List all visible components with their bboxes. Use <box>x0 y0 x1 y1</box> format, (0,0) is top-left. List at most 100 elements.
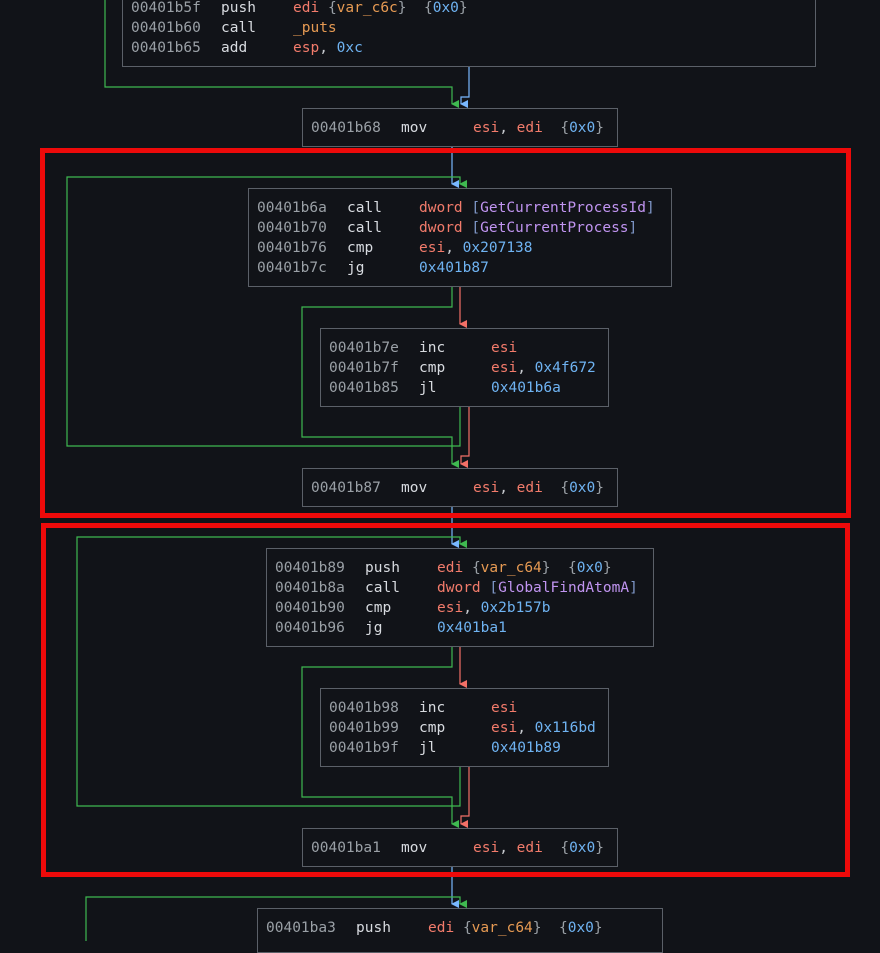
operand-token: esi <box>473 480 500 496</box>
operand-token: , <box>463 600 481 616</box>
instruction-line[interactable]: 00401b89 push edi {var_c64} {0x0} <box>275 558 645 578</box>
operand-token[interactable]: 0x116bd <box>535 720 596 736</box>
instruction-line[interactable]: 00401ba1 mov esi, edi {0x0} <box>311 838 609 858</box>
basic-block-00401b89[interactable]: 00401b89 push edi {var_c64} {0x0} 00401b8a c… <box>266 548 654 647</box>
operand-token[interactable]: var_c64 <box>481 560 542 576</box>
instruction-mnemonic: add <box>221 40 248 56</box>
instruction-mnemonic: mov <box>401 120 428 136</box>
instruction-line[interactable]: 00401b6a call dword [GetCurrentProcessId] <box>257 198 663 218</box>
operand-token: , <box>499 840 517 856</box>
instruction-operands: esp, 0xc <box>293 38 363 58</box>
instruction-line[interactable]: 00401b65 add esp, 0xc <box>131 38 807 58</box>
operand-token[interactable]: var_c64 <box>472 920 533 936</box>
operand-token[interactable]: GlobalFindAtomA <box>498 580 629 596</box>
operand-token[interactable]: 0x401b6a <box>491 380 561 396</box>
instruction-address: 00401b8a <box>275 580 345 596</box>
operand-token: } <box>595 480 605 496</box>
instruction-address: 00401b7c <box>257 260 327 276</box>
operand-token: , <box>517 360 535 376</box>
instruction-mnemonic: jg <box>365 620 383 636</box>
operand-token[interactable]: 0x0 <box>569 120 595 136</box>
operand-token[interactable]: 0x0 <box>568 920 594 936</box>
operand-token[interactable]: _puts <box>293 20 337 36</box>
operand-token[interactable]: 0x401b89 <box>491 740 561 756</box>
operand-token[interactable]: 0x207138 <box>463 240 533 256</box>
instruction-mnemonic: cmp <box>419 360 446 376</box>
operand-token <box>542 920 559 936</box>
instruction-mnemonic: call <box>347 220 382 236</box>
instruction-line[interactable]: 00401b7f cmp esi, 0x4f672 <box>329 358 600 378</box>
instruction-mnemonic: inc <box>419 700 446 716</box>
operand-token: [ <box>489 580 499 596</box>
basic-block-00401b98[interactable]: 00401b98 inc esi 00401b99 cmp esi, 0x116bd 004… <box>320 688 609 767</box>
operand-token: } <box>397 0 407 16</box>
instruction-operands: 0x401b87 <box>419 258 489 278</box>
instruction-operands: esi, edi {0x0} <box>473 838 604 858</box>
operand-token: esi <box>491 360 518 376</box>
operand-token[interactable]: 0x4f672 <box>535 360 596 376</box>
operand-token[interactable]: GetCurrentProcess <box>480 220 628 236</box>
basic-block-00401b87[interactable]: 00401b87 mov esi, edi {0x0} <box>302 468 618 507</box>
instruction-line[interactable]: 00401b87 mov esi, edi {0x0} <box>311 478 609 498</box>
operand-token[interactable]: 0x0 <box>577 560 603 576</box>
instruction-line[interactable]: 00401b85 jl 0x401b6a <box>329 378 600 398</box>
instruction-line[interactable]: 00401b68 mov esi, edi {0x0} <box>311 118 609 138</box>
operand-token[interactable]: var_c6c <box>337 0 398 16</box>
basic-block-00401b5f[interactable]: 00401b5f push edi {var_c6c} {0x0} 00401b60 c… <box>122 0 816 67</box>
operand-token[interactable]: GetCurrentProcessId <box>480 200 646 216</box>
operand-token[interactable]: 0x0 <box>569 480 595 496</box>
edge-false <box>460 767 470 828</box>
instruction-mnemonic: push <box>365 560 400 576</box>
instruction-line[interactable]: 00401b7c jg 0x401b87 <box>257 258 663 278</box>
instruction-line[interactable]: 00401b90 cmp esi, 0x2b157b <box>275 598 645 618</box>
operand-token[interactable]: 0x0 <box>433 0 459 16</box>
instruction-line[interactable]: 00401b99 cmp esi, 0x116bd <box>329 718 600 738</box>
operand-token: dword <box>419 220 463 236</box>
instruction-address: 00401b5f <box>131 0 201 16</box>
operand-token[interactable]: 0x2b157b <box>481 600 551 616</box>
instruction-mnemonic: cmp <box>419 720 446 736</box>
operand-token: esi <box>419 240 446 256</box>
operand-token: ] <box>646 200 655 216</box>
instruction-mnemonic: cmp <box>347 240 374 256</box>
instruction-line[interactable]: 00401ba3 push edi {var_c64} {0x0} <box>266 918 654 938</box>
operand-token: dword <box>437 580 481 596</box>
operand-token: esi <box>491 720 518 736</box>
basic-block-00401ba1[interactable]: 00401ba1 mov esi, edi {0x0} <box>302 828 618 867</box>
edge-unconditional <box>460 67 470 108</box>
instruction-operands: esi, 0x4f672 <box>491 358 596 378</box>
instruction-address: 00401b68 <box>311 120 381 136</box>
instruction-address: 00401ba3 <box>266 920 336 936</box>
operand-token: , <box>445 240 463 256</box>
operand-token: , <box>319 40 337 56</box>
operand-token: [ <box>471 200 481 216</box>
instruction-mnemonic: mov <box>401 480 428 496</box>
instruction-line[interactable]: 00401b98 inc esi <box>329 698 600 718</box>
operand-token[interactable]: 0xc <box>337 40 363 56</box>
basic-block-00401ba3[interactable]: 00401ba3 push edi {var_c64} {0x0} <box>257 908 663 953</box>
operand-token: } <box>593 920 603 936</box>
basic-block-00401b6a[interactable]: 00401b6a call dword [GetCurrentProcessId] 0… <box>248 188 672 287</box>
operand-token: esi <box>491 700 518 716</box>
operand-token[interactable]: 0x401ba1 <box>437 620 507 636</box>
instruction-line[interactable]: 00401b96 jg 0x401ba1 <box>275 618 645 638</box>
instruction-address: 00401b6a <box>257 200 327 216</box>
instruction-line[interactable]: 00401b5f push edi {var_c6c} {0x0} <box>131 0 807 18</box>
instruction-line[interactable]: 00401b8a call dword [GlobalFindAtomA] <box>275 578 645 598</box>
instruction-operands: dword [GetCurrentProcess] <box>419 218 637 238</box>
instruction-address: 00401ba1 <box>311 840 381 856</box>
instruction-operands: esi <box>491 338 517 358</box>
instruction-address: 00401b70 <box>257 220 327 236</box>
instruction-line[interactable]: 00401b7e inc esi <box>329 338 600 358</box>
operand-token[interactable]: 0x401b87 <box>419 260 489 276</box>
instruction-line[interactable]: 00401b60 call _puts <box>131 18 807 38</box>
basic-block-00401b68[interactable]: 00401b68 mov esi, edi {0x0} <box>302 108 618 147</box>
instruction-line[interactable]: 00401b9f jl 0x401b89 <box>329 738 600 758</box>
basic-block-00401b7e[interactable]: 00401b7e inc esi 00401b7f cmp esi, 0x4f672 004… <box>320 328 609 407</box>
operand-token[interactable]: 0x0 <box>569 840 595 856</box>
instruction-operands: 0x401ba1 <box>437 618 507 638</box>
instruction-mnemonic: push <box>356 920 391 936</box>
instruction-line[interactable]: 00401b70 call dword [GetCurrentProcess] <box>257 218 663 238</box>
disassembly-graph-view[interactable]: 00401b5f push edi {var_c6c} {0x0} 00401b60 c… <box>0 0 880 953</box>
instruction-line[interactable]: 00401b76 cmp esi, 0x207138 <box>257 238 663 258</box>
